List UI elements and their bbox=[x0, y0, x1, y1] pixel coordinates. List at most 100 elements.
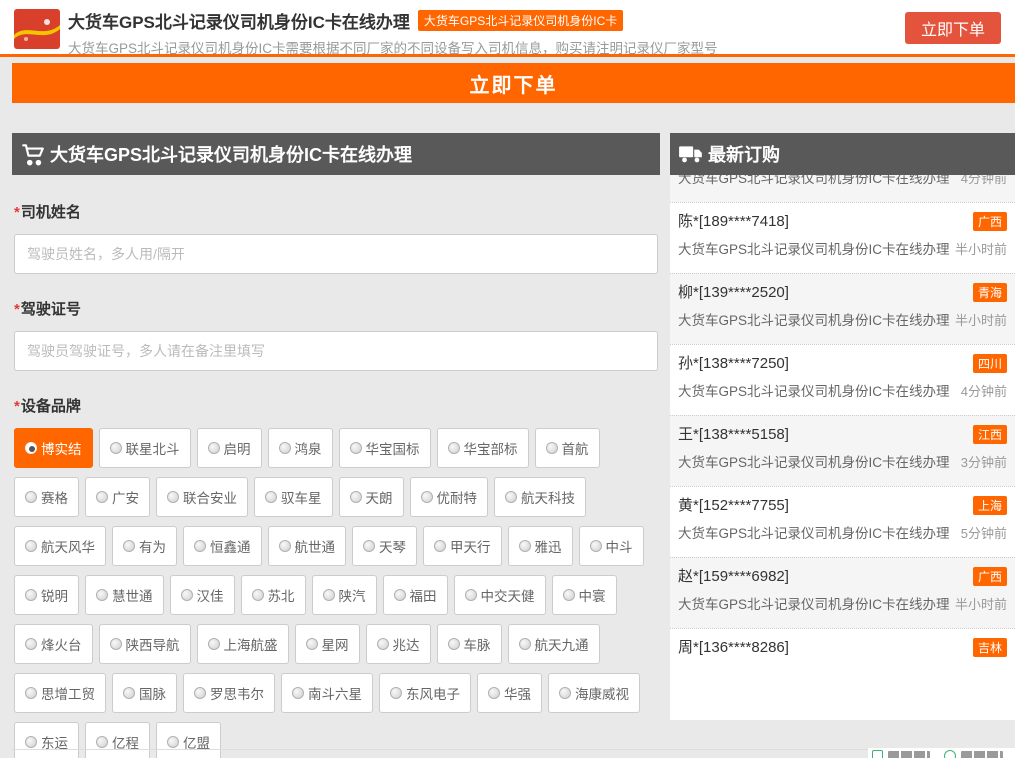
brand-option[interactable]: 亿程 bbox=[85, 722, 150, 758]
brand-option-label: 国脉 bbox=[139, 683, 166, 703]
radio-icon bbox=[488, 687, 500, 699]
brand-option[interactable]: 星网 bbox=[295, 624, 360, 664]
order-description: 5分钟前大货车GPS北斗记录仪司机身份IC卡在线办理 bbox=[678, 519, 1007, 549]
brand-option[interactable]: 烽火台 bbox=[14, 624, 93, 664]
brand-option[interactable]: 中寰 bbox=[552, 575, 617, 615]
brand-option[interactable]: 博实结 bbox=[14, 428, 93, 468]
brand-option[interactable]: 福田 bbox=[383, 575, 448, 615]
radio-icon bbox=[434, 540, 446, 552]
form-section-header: 大货车GPS北斗记录仪司机身份IC卡在线办理 bbox=[12, 133, 660, 175]
brand-option[interactable]: 锐明 bbox=[14, 575, 79, 615]
brand-option[interactable]: 甲天行 bbox=[423, 526, 502, 566]
radio-icon bbox=[123, 687, 135, 699]
order-time: 3分钟前 bbox=[961, 448, 1007, 478]
brand-option[interactable]: 慧世通 bbox=[85, 575, 164, 615]
radio-icon bbox=[306, 638, 318, 650]
order-now-button[interactable]: 立即下单 bbox=[905, 12, 1001, 44]
brand-option[interactable]: 华宝部标 bbox=[437, 428, 529, 468]
brand-option[interactable]: 航天风华 bbox=[14, 526, 106, 566]
brand-option[interactable]: 国脉 bbox=[112, 673, 177, 713]
service-icon[interactable] bbox=[944, 750, 956, 758]
order-item: 上海 黄*[152****7755] 5分钟前大货车GPS北斗记录仪司机身份IC… bbox=[670, 486, 1015, 557]
brand-option[interactable]: 陕汽 bbox=[312, 575, 377, 615]
brand-option[interactable]: 驭车星 bbox=[254, 477, 333, 517]
order-customer: 赵*[159****6982] bbox=[678, 564, 1007, 590]
brand-option-label: 有为 bbox=[139, 536, 166, 556]
brand-option[interactable]: 陕西导航 bbox=[99, 624, 191, 664]
brand-option[interactable]: 南斗六星 bbox=[281, 673, 373, 713]
brand-option[interactable]: 苏北 bbox=[241, 575, 306, 615]
brand-option-label: 博实结 bbox=[41, 438, 82, 458]
order-item: 江西 王*[138****5158] 3分钟前大货车GPS北斗记录仪司机身份IC… bbox=[670, 415, 1015, 486]
brand-label: *设备品牌 bbox=[14, 395, 660, 416]
brand-option-label: 赛格 bbox=[41, 487, 68, 507]
radio-icon bbox=[96, 589, 108, 601]
brand-option[interactable]: 广安 bbox=[85, 477, 150, 517]
brand-options-grid: 博实结 联星北斗 启明 鸿泉 华宝国标 华宝部标 首航 赛格 广安 联合安业 驭 bbox=[14, 428, 662, 758]
brand-option[interactable]: 中交天健 bbox=[454, 575, 546, 615]
brand-option[interactable]: 航天九通 bbox=[508, 624, 600, 664]
order-description: 半小时前大货车GPS北斗记录仪司机身份IC卡在线办理 bbox=[678, 235, 1007, 265]
brand-option[interactable]: 有为 bbox=[112, 526, 177, 566]
radio-icon bbox=[505, 491, 517, 503]
brand-option[interactable]: 鸿泉 bbox=[268, 428, 333, 468]
order-customer: 孙*[138****7250] bbox=[678, 351, 1007, 377]
brand-option[interactable]: 兆达 bbox=[366, 624, 431, 664]
brand-option[interactable]: 雅迅 bbox=[508, 526, 573, 566]
brand-option[interactable]: 思增工贸 bbox=[14, 673, 106, 713]
brand-option[interactable]: 上海航盛 bbox=[197, 624, 289, 664]
radio-icon bbox=[110, 442, 122, 454]
radio-icon bbox=[123, 540, 135, 552]
radio-icon bbox=[252, 589, 264, 601]
brand-option-label: 东风电子 bbox=[406, 683, 460, 703]
brand-option[interactable]: 亿盟 bbox=[156, 722, 221, 758]
order-now-banner[interactable]: 立即下单 bbox=[12, 63, 1015, 103]
brand-option[interactable]: 航天科技 bbox=[494, 477, 586, 517]
radio-icon bbox=[363, 540, 375, 552]
brand-option[interactable]: 航世通 bbox=[268, 526, 347, 566]
brand-option-label: 南斗六星 bbox=[308, 683, 362, 703]
region-badge: 江西 bbox=[973, 425, 1007, 444]
brand-option[interactable]: 东风电子 bbox=[379, 673, 471, 713]
truck-icon bbox=[678, 141, 704, 167]
brand-option[interactable]: 中斗 bbox=[579, 526, 644, 566]
brand-option[interactable]: 启明 bbox=[197, 428, 262, 468]
brand-option[interactable]: 赛格 bbox=[14, 477, 79, 517]
brand-option-label: 鸿泉 bbox=[295, 438, 322, 458]
brand-option[interactable]: 联星北斗 bbox=[99, 428, 191, 468]
required-mark: * bbox=[14, 301, 20, 318]
radio-icon bbox=[421, 491, 433, 503]
radio-icon bbox=[559, 687, 571, 699]
brand-option-label: 上海航盛 bbox=[224, 634, 278, 654]
brand-option[interactable]: 华宝国标 bbox=[339, 428, 431, 468]
radio-icon bbox=[279, 442, 291, 454]
brand-option[interactable]: 罗思韦尔 bbox=[183, 673, 275, 713]
driver-name-input[interactable] bbox=[14, 234, 658, 274]
order-item: 四川 孙*[138****7250] 4分钟前大货车GPS北斗记录仪司机身份IC… bbox=[670, 344, 1015, 415]
brand-option-label: 驭车星 bbox=[281, 487, 322, 507]
brand-option[interactable]: 天朗 bbox=[339, 477, 404, 517]
cart-icon bbox=[20, 141, 46, 167]
brand-option[interactable]: 车脉 bbox=[437, 624, 502, 664]
brand-option[interactable]: 联合安业 bbox=[156, 477, 248, 517]
order-time: 4分钟前 bbox=[961, 377, 1007, 407]
radio-icon bbox=[279, 540, 291, 552]
brand-option[interactable]: 天琴 bbox=[352, 526, 417, 566]
brand-option-label: 海康威视 bbox=[575, 683, 629, 703]
brand-option[interactable]: 东运 bbox=[14, 722, 79, 758]
order-time: 半小时前 bbox=[955, 306, 1007, 336]
brand-option[interactable]: 优耐特 bbox=[410, 477, 489, 517]
order-time: 半小时前 bbox=[955, 235, 1007, 265]
radio-icon bbox=[519, 638, 531, 650]
brand-option[interactable]: 海康威视 bbox=[548, 673, 640, 713]
radio-icon bbox=[448, 442, 460, 454]
order-description: 3分钟前大货车GPS北斗记录仪司机身份IC卡在线办理 bbox=[678, 448, 1007, 478]
brand-option[interactable]: 汉佳 bbox=[170, 575, 235, 615]
order-description: 4分钟前大货车GPS北斗记录仪司机身份IC卡在线办理 bbox=[678, 175, 1007, 194]
brand-option[interactable]: 首航 bbox=[535, 428, 600, 468]
brand-option[interactable]: 恒鑫通 bbox=[183, 526, 262, 566]
order-customer: 陈*[189****7418] bbox=[678, 209, 1007, 235]
brand-option[interactable]: 华强 bbox=[477, 673, 542, 713]
calculator-icon[interactable] bbox=[872, 750, 883, 758]
license-no-input[interactable] bbox=[14, 331, 658, 371]
